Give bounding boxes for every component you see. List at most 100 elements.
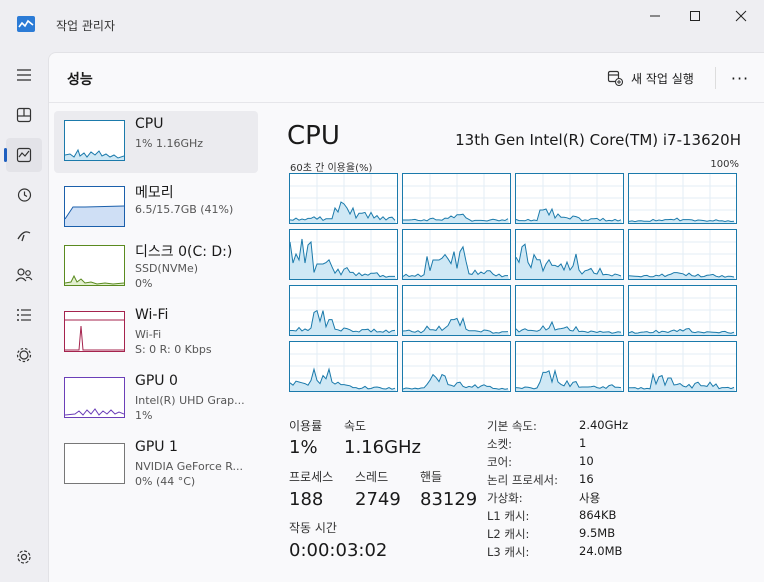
logical-processor-graph xyxy=(402,173,511,224)
resource-detail: 6.5/15.7GB (41%) xyxy=(135,203,234,216)
memory-thumbnail-graph xyxy=(64,186,125,227)
resource-detail: 1% xyxy=(135,409,153,422)
resource-name: Wi-Fi xyxy=(135,307,169,323)
utilization-graph-max: 100% xyxy=(710,159,739,170)
nav-users[interactable] xyxy=(6,258,42,292)
spec-value: 24.0MB xyxy=(579,544,623,558)
minimize-button[interactable] xyxy=(645,8,665,24)
logical-processor-graph xyxy=(402,229,511,280)
resource-item-cpu[interactable]: CPU 1% 1.16GHz xyxy=(54,111,258,173)
cpu-model: 13th Gen Intel(R) Core(TM) i7-13620H xyxy=(455,131,741,149)
services-icon xyxy=(16,347,32,363)
more-options-button[interactable]: ··· xyxy=(729,65,751,91)
resource-name: 디스크 0(C: D:) xyxy=(135,244,233,260)
task-manager-app-icon xyxy=(17,16,35,32)
page-title: 성능 xyxy=(67,72,93,88)
uptime-value: 0:00:03:02 xyxy=(289,540,388,561)
nav-startup-apps[interactable] xyxy=(6,218,42,252)
detail-title: CPU xyxy=(287,121,340,151)
nav-services[interactable] xyxy=(6,338,42,372)
logical-processor-graphs xyxy=(289,173,740,394)
resource-detail: 0% (44 °C) xyxy=(135,475,196,488)
resource-name: GPU 0 xyxy=(135,373,178,389)
nav-app-history[interactable] xyxy=(6,178,42,212)
resource-detail: S: 0 R: 0 Kbps xyxy=(135,343,212,356)
spec-value: 1 xyxy=(579,436,587,450)
logical-processor-graph xyxy=(628,229,737,280)
title-bar: 작업 관리자 xyxy=(0,0,764,52)
spec-value: 10 xyxy=(579,454,594,468)
resource-item-gpu0[interactable]: GPU 0 Intel(R) UHD Grap... 1% xyxy=(54,368,258,430)
spec-label: 코어: xyxy=(487,455,513,469)
speed-label: 속도 xyxy=(344,419,367,433)
run-new-task-button[interactable]: 새 작업 실행 xyxy=(607,65,694,91)
settings-icon xyxy=(17,550,31,564)
resource-detail: SSD(NVMe) xyxy=(135,262,199,275)
processes-label: 프로세스 xyxy=(289,470,334,484)
speed-value: 1.16GHz xyxy=(344,437,422,458)
handles-label: 핸들 xyxy=(420,470,443,484)
nav-performance[interactable] xyxy=(4,138,42,172)
hamburger-icon xyxy=(17,69,31,81)
handles-value: 83129 xyxy=(420,489,478,510)
gpu1-thumbnail-graph xyxy=(64,443,125,484)
resource-item-memory[interactable]: 메모리 6.5/15.7GB (41%) xyxy=(54,177,258,239)
threads-value: 2749 xyxy=(355,489,401,510)
left-navigation xyxy=(0,52,48,582)
nav-toggle-button[interactable] xyxy=(6,58,42,92)
performance-icon xyxy=(16,147,32,163)
spec-value: 9.5MB xyxy=(579,526,616,540)
resource-item-wifi[interactable]: Wi-Fi Wi-Fi S: 0 R: 0 Kbps xyxy=(54,302,258,364)
spec-label: L2 캐시: xyxy=(487,527,530,541)
close-icon xyxy=(735,10,747,22)
header-divider xyxy=(715,67,716,89)
logical-processor-graph xyxy=(628,285,737,336)
resource-detail: Intel(R) UHD Grap... xyxy=(135,394,245,407)
resource-item-gpu1[interactable]: GPU 1 NVIDIA GeForce R... 0% (44 °C) xyxy=(54,434,258,496)
gpu0-thumbnail-graph xyxy=(64,377,125,418)
nav-settings[interactable] xyxy=(6,540,42,574)
threads-label: 스레드 xyxy=(355,470,389,484)
minimize-icon xyxy=(650,15,660,17)
run-new-task-label: 새 작업 실행 xyxy=(631,71,694,86)
nav-processes[interactable] xyxy=(6,98,42,132)
logical-processor-graph xyxy=(628,341,737,392)
maximize-button[interactable] xyxy=(685,8,705,24)
spec-value: 2.40GHz xyxy=(579,418,629,432)
run-new-task-icon xyxy=(607,70,623,86)
logical-processor-graph xyxy=(402,341,511,392)
close-button[interactable] xyxy=(731,8,751,24)
logical-processor-graph xyxy=(515,285,624,336)
resource-detail: 0% xyxy=(135,277,153,290)
details-icon xyxy=(17,309,31,321)
resource-item-disk[interactable]: 디스크 0(C: D:) SSD(NVMe) 0% xyxy=(54,236,258,298)
logical-processor-graph xyxy=(628,173,737,224)
spec-value: 사용 xyxy=(579,491,601,505)
resource-detail: NVIDIA GeForce R... xyxy=(135,460,244,473)
cpu-thumbnail-graph xyxy=(64,120,125,161)
logical-processor-graph xyxy=(289,341,398,392)
resource-name: 메모리 xyxy=(135,185,174,201)
users-icon xyxy=(15,268,33,282)
maximize-icon xyxy=(690,11,700,21)
disk-thumbnail-graph xyxy=(64,245,125,286)
resource-name: CPU xyxy=(135,116,164,132)
logical-processor-graph xyxy=(515,341,624,392)
spec-label: L3 캐시: xyxy=(487,545,530,559)
resource-detail: 1% 1.16GHz xyxy=(135,137,204,150)
logical-processor-graph xyxy=(289,285,398,336)
startup-apps-icon xyxy=(17,231,31,242)
more-icon: ··· xyxy=(730,68,750,88)
spec-value: 864KB xyxy=(579,508,617,522)
utilization-graph-label: 60초 간 이용율(%) xyxy=(290,163,373,174)
page-header: 성능 새 작업 실행 ··· xyxy=(49,53,764,103)
processes-value: 188 xyxy=(289,489,324,510)
logical-processor-graph xyxy=(289,173,398,224)
logical-processor-graph xyxy=(515,229,624,280)
logical-processor-graph xyxy=(402,285,511,336)
uptime-label: 작동 시간 xyxy=(289,521,337,535)
spec-label: 논리 프로세서: xyxy=(487,473,559,487)
logical-processor-graph xyxy=(515,173,624,224)
nav-details[interactable] xyxy=(6,298,42,332)
utilization-value: 1% xyxy=(289,437,318,458)
